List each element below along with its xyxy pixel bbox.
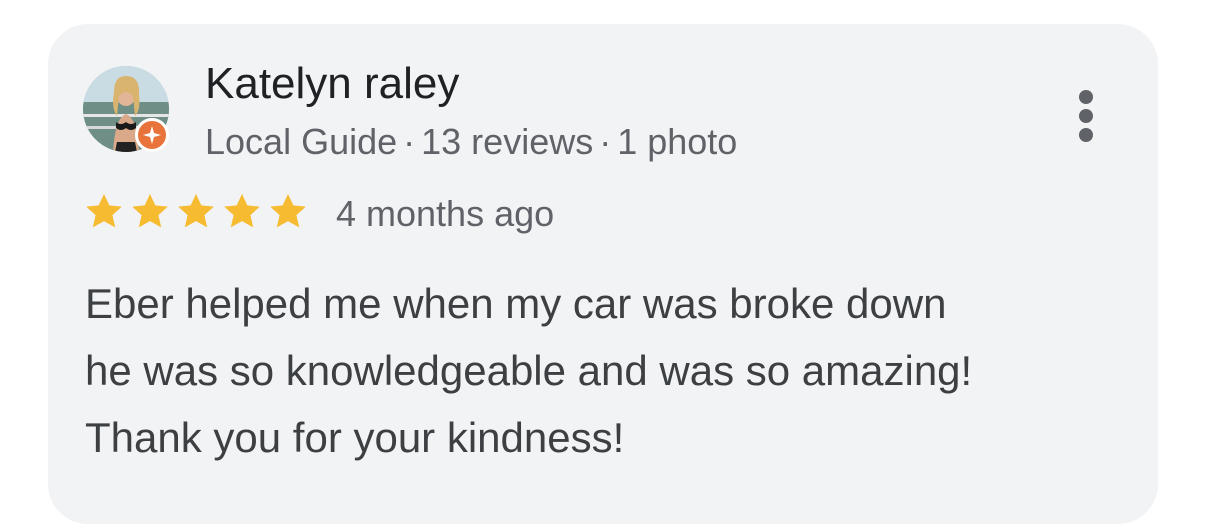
review-count: 13 reviews: [421, 121, 594, 162]
star-icon: [86, 194, 122, 228]
review-text-line: Thank you for your kindness!: [85, 414, 625, 461]
local-guide-badge-icon: [135, 118, 169, 152]
more-vert-icon: [1079, 128, 1093, 142]
meta-separator: ·: [403, 121, 416, 162]
photo-count: 1 photo: [617, 121, 738, 162]
more-options-button[interactable]: [1062, 84, 1110, 148]
star-icon: [178, 194, 214, 228]
more-vert-icon: [1079, 90, 1093, 104]
star-icon: [270, 194, 306, 228]
review-text-line: Eber helped me when my car was broke dow…: [85, 280, 947, 327]
author-name[interactable]: Katelyn raley: [205, 58, 459, 110]
more-vert-icon: [1079, 109, 1093, 123]
star-icon: [224, 194, 260, 228]
review-date: 4 months ago: [336, 193, 555, 234]
star-icon: [132, 194, 168, 228]
review-text-line: he was so knowledgeable and was so amazi…: [85, 347, 973, 394]
meta-separator: ·: [599, 121, 612, 162]
star-rating: [82, 190, 310, 234]
local-guide-label: Local Guide: [205, 121, 398, 162]
review-text: Eber helped me when my car was broke dow…: [85, 270, 1125, 471]
author-meta: Local Guide · 13 reviews · 1 photo: [205, 120, 737, 164]
